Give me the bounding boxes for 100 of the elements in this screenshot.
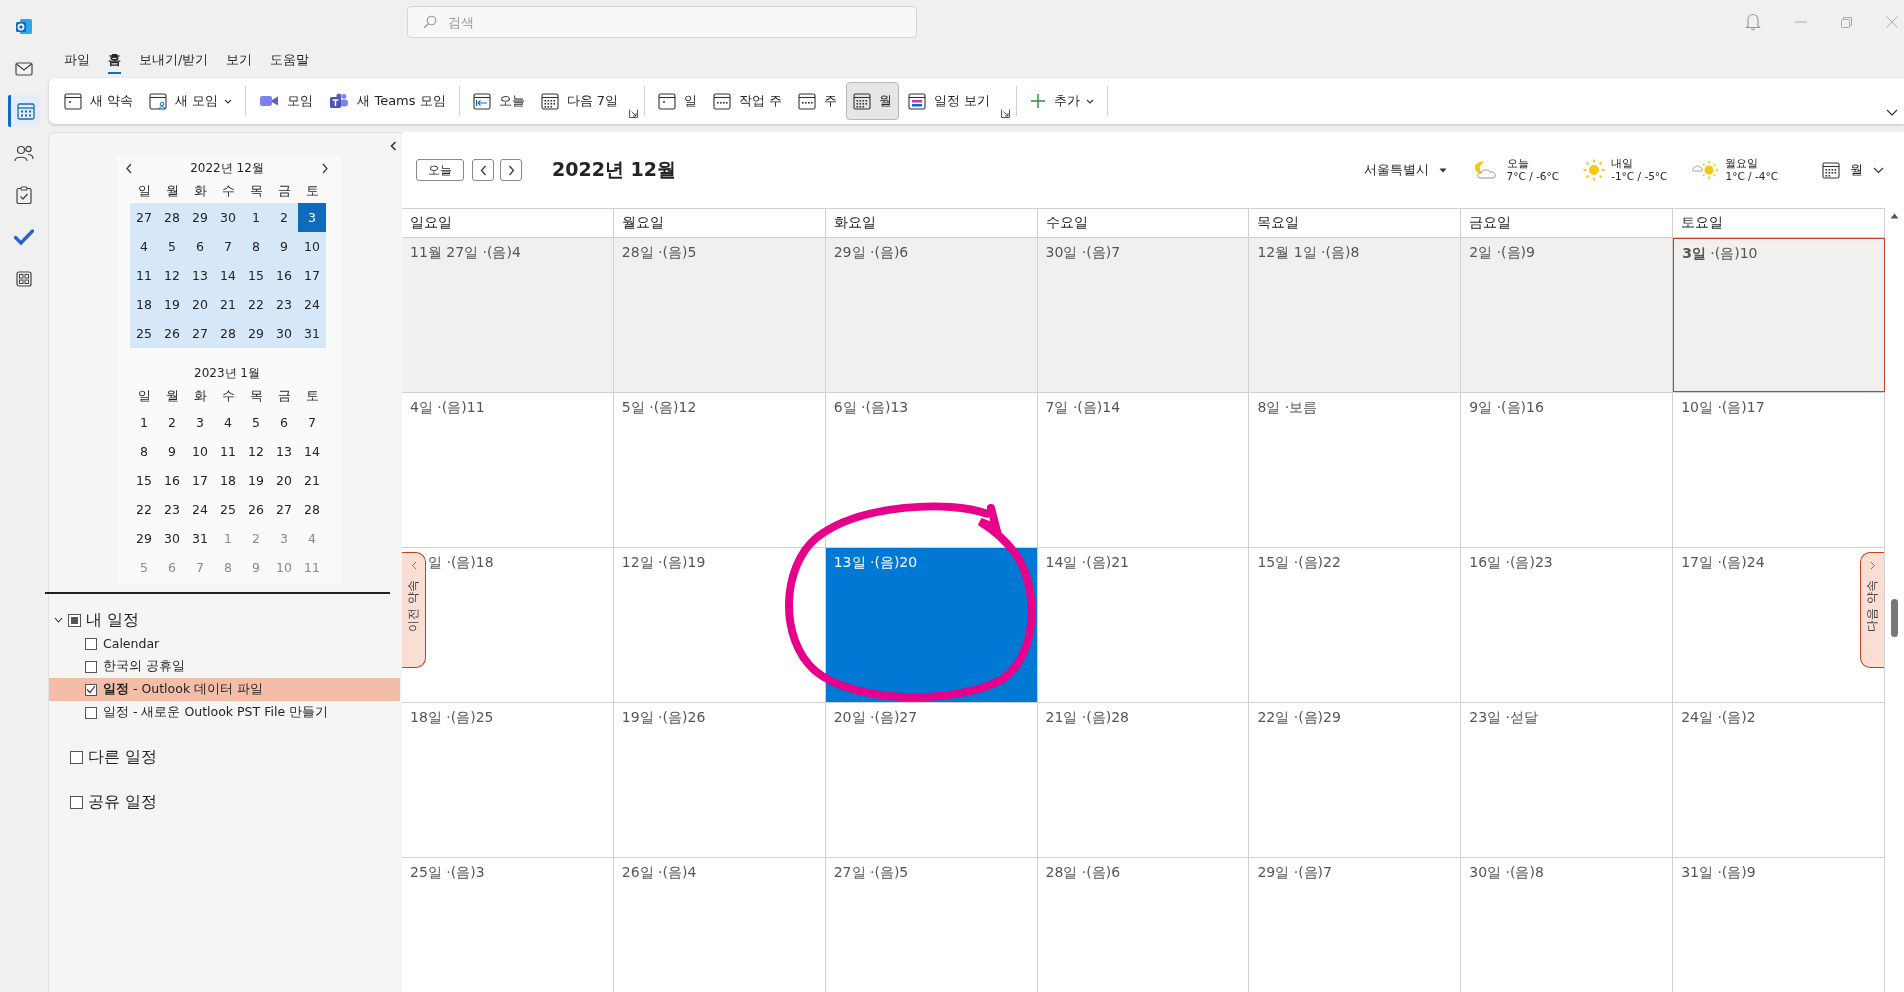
date-cell[interactable]: 27 [270, 495, 298, 524]
menu-tab[interactable]: 보내기/받기 [133, 48, 215, 72]
date-cell[interactable]: 17 [298, 261, 326, 290]
day-cell[interactable]: 5일 ·(음)12 [613, 393, 826, 547]
date-cell[interactable]: 18 [130, 290, 158, 319]
day-cell[interactable]: 25일 ·(음)3 [402, 858, 614, 992]
date-cell[interactable]: 28 [298, 495, 326, 524]
ribbon-button[interactable]: 일정 보기 [901, 82, 998, 120]
ribbon-button[interactable]: 추가 [1023, 82, 1102, 120]
ribbon-button[interactable]: 오늘 [465, 82, 532, 120]
calendar-name[interactable]: 한국의 공휴일 [103, 658, 185, 675]
date-cell[interactable]: 22 [242, 290, 270, 319]
checkbox[interactable] [85, 660, 97, 673]
date-cell[interactable]: 18 [214, 466, 242, 495]
dialog-launcher-icon[interactable] [629, 109, 639, 118]
date-cell[interactable]: 22 [130, 495, 158, 524]
day-cell[interactable]: 28일 ·(음)5 [613, 238, 826, 392]
day-cell[interactable]: 2일 ·(음)9 [1461, 238, 1674, 392]
date-cell[interactable]: 4 [130, 232, 158, 261]
day-cell[interactable]: 29일 ·(음)6 [825, 238, 1038, 392]
day-cell[interactable]: 4일 ·(음)11 [402, 393, 614, 547]
date-cell[interactable]: 9 [270, 232, 298, 261]
day-cell[interactable]: 일 ·(음)18 이전 약속 [402, 548, 614, 702]
date-cell[interactable]: 26 [242, 495, 270, 524]
date-cell[interactable]: 25 [214, 495, 242, 524]
date-cell[interactable]: 2 [158, 408, 186, 437]
date-cell[interactable]: 15 [242, 261, 270, 290]
day-cell[interactable]: 12월 1일 ·(음)8 [1249, 238, 1462, 392]
previous-month-icon[interactable] [125, 162, 133, 174]
date-cell[interactable]: 11 [130, 261, 158, 290]
expand-icon[interactable] [54, 617, 63, 623]
day-cell[interactable]: 15일 ·(음)22 [1249, 548, 1462, 702]
date-cell[interactable]: 16 [270, 261, 298, 290]
date-cell[interactable]: 10 [186, 437, 214, 466]
date-cell[interactable]: 23 [270, 290, 298, 319]
date-cell[interactable]: 5 [242, 408, 270, 437]
date-cell[interactable]: 6 [186, 232, 214, 261]
ribbon-button[interactable]: 일 [651, 82, 705, 120]
day-cell[interactable]: 9일 ·(음)16 [1461, 393, 1674, 547]
day-cell[interactable]: 6일 ·(음)13 [825, 393, 1038, 547]
date-cell[interactable]: 21 [298, 466, 326, 495]
day-cell[interactable]: 22일 ·(음)29 [1249, 703, 1462, 857]
date-cell[interactable]: 1 [242, 203, 270, 232]
scrollbar-thumb[interactable] [1891, 599, 1898, 637]
day-cell[interactable]: 30일 ·(음)8 [1461, 858, 1674, 992]
calendar-name[interactable]: 일정 - 새로운 Outlook PST File 만들기 [103, 704, 329, 721]
date-cell[interactable]: 4 [214, 408, 242, 437]
date-cell[interactable]: 1 [130, 408, 158, 437]
search-field[interactable]: 검색 [407, 6, 917, 38]
day-cell[interactable]: 27일 ·(음)5 [825, 858, 1038, 992]
date-cell[interactable]: 29 [242, 319, 270, 348]
dialog-launcher-icon[interactable] [1001, 109, 1011, 118]
day-cell[interactable]: 14일 ·(음)21 [1037, 548, 1250, 702]
date-cell[interactable]: 6 [270, 408, 298, 437]
date-cell[interactable]: 12 [242, 437, 270, 466]
checkbox[interactable] [70, 750, 83, 764]
date-cell[interactable]: 12 [158, 261, 186, 290]
day-cell[interactable]: 11월 27일 ·(음)4 [402, 238, 614, 392]
ribbon-button[interactable]: 월 [846, 82, 900, 120]
ribbon-button[interactable]: 주 [791, 82, 845, 120]
calendar-grid-icon[interactable] [1822, 161, 1840, 179]
ribbon-button[interactable]: 새 Teams 모임 [322, 82, 453, 120]
date-cell[interactable]: 29 [130, 524, 158, 553]
next-month-icon[interactable] [321, 162, 329, 174]
date-cell[interactable]: 14 [298, 437, 326, 466]
day-cell[interactable]: 26일 ·(음)4 [613, 858, 826, 992]
date-cell[interactable]: 2 [270, 203, 298, 232]
date-cell[interactable]: 30 [158, 524, 186, 553]
day-cell[interactable]: 8일 ·보름 [1249, 393, 1462, 547]
date-cell[interactable]: 3 [298, 203, 326, 232]
day-cell[interactable]: 17일 ·(음)24 다음 약속 [1673, 548, 1885, 702]
day-cell[interactable]: 28일 ·(음)6 [1037, 858, 1250, 992]
date-cell[interactable]: 7 [298, 408, 326, 437]
next-appointment-tab[interactable]: 다음 약속 [1860, 552, 1884, 668]
date-cell[interactable]: 14 [214, 261, 242, 290]
checkbox[interactable] [85, 683, 97, 696]
date-cell[interactable]: 19 [158, 290, 186, 319]
date-cell[interactable]: 8 [130, 437, 158, 466]
date-cell[interactable]: 23 [158, 495, 186, 524]
calendar-icon[interactable] [8, 95, 40, 127]
date-cell[interactable]: 29 [186, 203, 214, 232]
day-cell[interactable]: 21일 ·(음)28 [1037, 703, 1250, 857]
date-cell[interactable]: 25 [130, 319, 158, 348]
day-cell[interactable]: 30일 ·(음)7 [1037, 238, 1250, 392]
day-cell[interactable]: 20일 ·(음)27 [825, 703, 1038, 857]
calendar-group-label[interactable]: 공유 일정 [88, 791, 158, 813]
calendar-name[interactable]: Calendar [103, 636, 160, 651]
date-cell[interactable]: 31 [186, 524, 214, 553]
day-cell[interactable]: 18일 ·(음)25 [402, 703, 614, 857]
ribbon-button[interactable]: 새 모임 [142, 82, 240, 120]
scroll-up-icon[interactable] [1890, 213, 1899, 219]
date-cell[interactable]: 7 [214, 232, 242, 261]
date-cell[interactable]: 11 [214, 437, 242, 466]
day-cell[interactable]: 12일 ·(음)19 [613, 548, 826, 702]
menu-tab[interactable]: 파일 [58, 48, 96, 72]
date-cell[interactable]: 5 [158, 232, 186, 261]
date-cell[interactable]: 10 [298, 232, 326, 261]
calendar-name[interactable]: 일정 - Outlook 데이터 파일 [103, 681, 264, 698]
previous-appointment-tab[interactable]: 이전 약속 [402, 552, 426, 668]
date-cell[interactable]: 24 [186, 495, 214, 524]
